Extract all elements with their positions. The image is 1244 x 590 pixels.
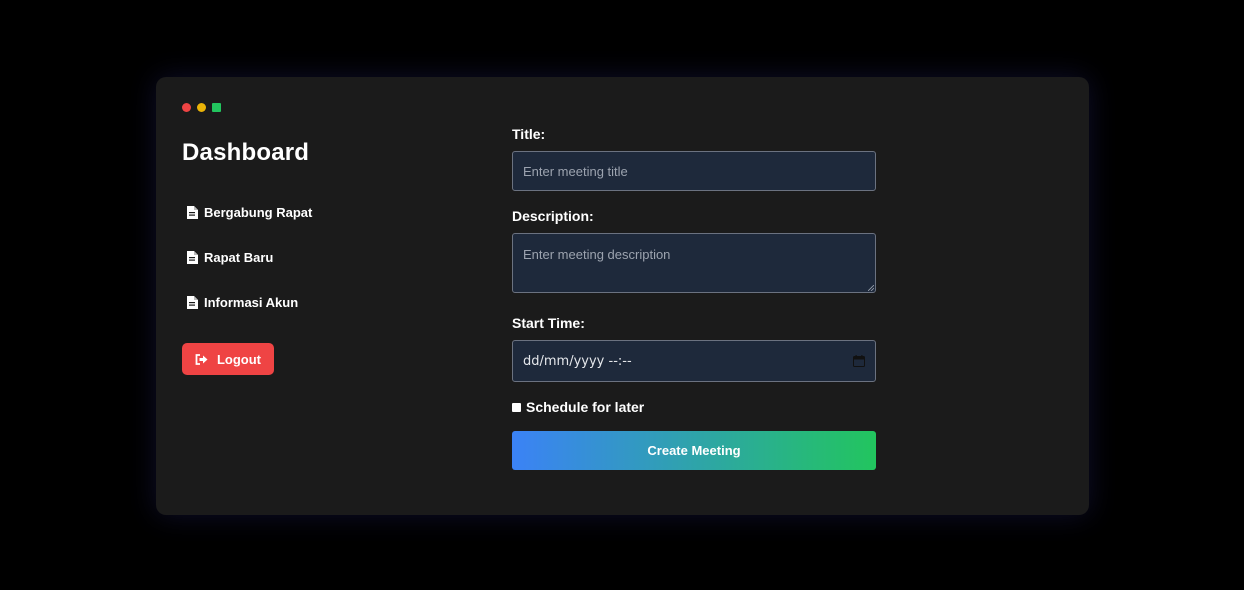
resize-handle-icon[interactable] bbox=[868, 285, 874, 291]
document-icon bbox=[187, 295, 198, 309]
window-controls bbox=[182, 103, 221, 112]
sidebar-item-label: Informasi Akun bbox=[204, 294, 299, 310]
sign-out-icon bbox=[195, 353, 208, 365]
minimize-dot bbox=[197, 103, 206, 112]
maximize-dot bbox=[212, 103, 221, 112]
start-time-input[interactable]: dd/mm/yyyy --:-- bbox=[512, 340, 876, 382]
start-time-value: dd/mm/yyyy --:-- bbox=[523, 353, 632, 369]
schedule-later-checkbox[interactable] bbox=[512, 402, 521, 412]
title-placeholder: Enter meeting title bbox=[523, 163, 628, 179]
sidebar-title: Dashboard bbox=[182, 139, 310, 166]
logout-label: Logout bbox=[216, 351, 262, 367]
sidebar-item-label: Bergabung Rapat bbox=[204, 204, 313, 220]
schedule-later-label[interactable]: Schedule for later bbox=[526, 399, 644, 415]
start-time-label: Start Time: bbox=[512, 315, 585, 331]
sidebar-item-informasi-akun[interactable]: Informasi Akun bbox=[187, 292, 312, 312]
sidebar-item-rapat-baru[interactable]: Rapat Baru bbox=[187, 247, 312, 267]
title-label: Title: bbox=[512, 126, 546, 142]
schedule-later-row: Schedule for later bbox=[512, 399, 644, 415]
description-textarea[interactable]: Enter meeting description bbox=[512, 233, 876, 293]
create-meeting-button[interactable]: Create Meeting bbox=[512, 431, 876, 470]
sidebar-nav: Bergabung Rapat Rapat Baru Informasi Aku… bbox=[187, 202, 312, 337]
description-placeholder: Enter meeting description bbox=[523, 247, 671, 262]
title-input[interactable]: Enter meeting title bbox=[512, 151, 876, 191]
document-icon bbox=[187, 250, 198, 264]
sidebar-item-bergabung-rapat[interactable]: Bergabung Rapat bbox=[187, 202, 312, 222]
dashboard-card: Dashboard Bergabung Rapat Rapat Baru Inf… bbox=[156, 77, 1089, 515]
sidebar-item-label: Rapat Baru bbox=[204, 249, 274, 265]
close-dot bbox=[182, 103, 191, 112]
logout-button[interactable]: Logout bbox=[182, 343, 274, 375]
calendar-icon[interactable] bbox=[853, 355, 865, 367]
document-icon bbox=[187, 205, 198, 219]
description-label: Description: bbox=[512, 208, 594, 224]
